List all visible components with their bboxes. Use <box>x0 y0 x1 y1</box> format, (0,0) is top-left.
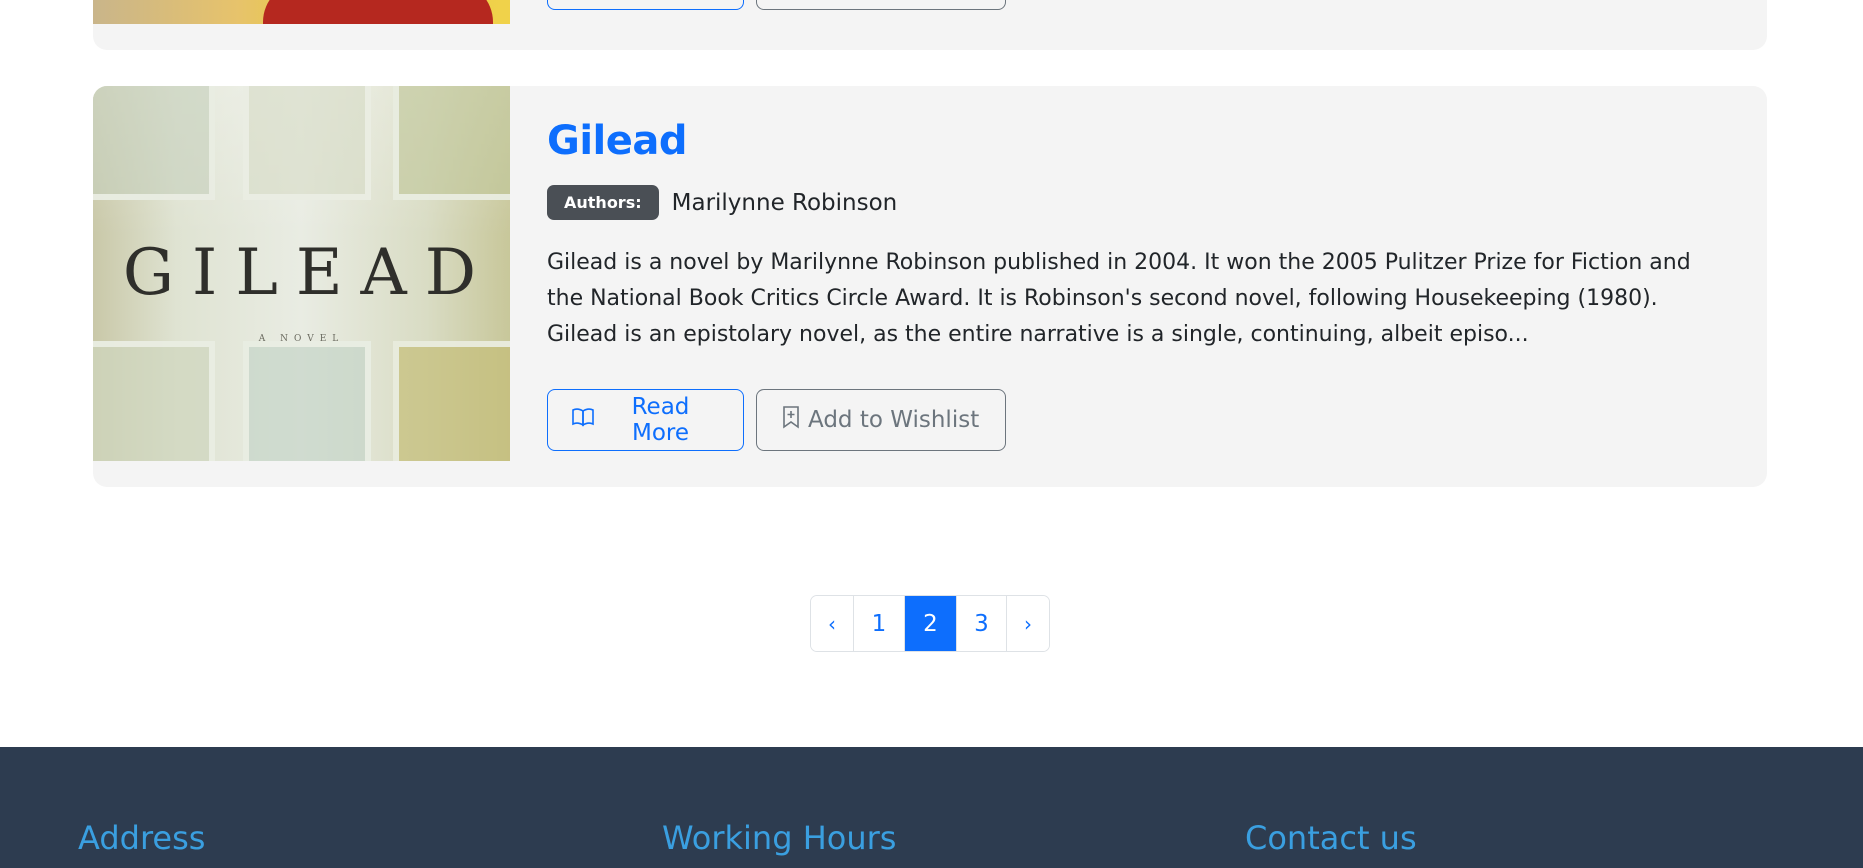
read-more-button-previous[interactable] <box>547 0 744 10</box>
book-card-previous <box>93 0 1767 50</box>
read-more-label: Read More <box>631 394 690 446</box>
book-actions: Read More Add to Wishlist <box>547 389 1006 451</box>
read-more-button[interactable]: Read More <box>547 389 744 451</box>
add-to-wishlist-button[interactable]: Add to Wishlist <box>756 389 1006 451</box>
pagination: ‹ 1 2 3 › <box>810 595 1050 652</box>
add-to-wishlist-button-previous[interactable] <box>756 0 1006 10</box>
pagination-next[interactable]: › <box>1006 596 1049 651</box>
book-open-icon <box>571 405 595 435</box>
footer-working-hours-heading: Working Hours <box>662 819 897 857</box>
footer: Address Working Hours Contact us <box>0 747 1863 868</box>
pagination-page-2-active[interactable]: 2 <box>904 596 956 651</box>
book-card: GILEAD A NOVEL Gilead Authors: Marilynne… <box>93 86 1767 487</box>
book-title-link[interactable]: Gilead <box>547 118 688 164</box>
pagination-page-1[interactable]: 1 <box>853 596 904 651</box>
book-description: Gilead is a novel by Marilynne Robinson … <box>547 250 1691 347</box>
footer-contact-heading: Contact us <box>1245 819 1417 857</box>
bookmark-plus-icon <box>780 405 802 435</box>
author-name: Marilynne Robinson <box>671 189 898 216</box>
footer-address-heading: Address <box>78 819 206 857</box>
cover-title-text: GILEAD <box>122 236 495 310</box>
authors-badge: Authors: <box>547 185 659 220</box>
authors-row: Authors: Marilynne Robinson <box>547 185 897 220</box>
book-cover-image[interactable]: GILEAD A NOVEL <box>93 86 510 461</box>
cover-subtitle-text: A NOVEL <box>258 334 345 344</box>
pagination-page-3[interactable]: 3 <box>956 596 1006 651</box>
add-to-wishlist-label: Add to Wishlist <box>808 407 980 433</box>
pagination-previous[interactable]: ‹ <box>811 596 853 651</box>
book-cover-image-previous[interactable] <box>93 0 510 24</box>
